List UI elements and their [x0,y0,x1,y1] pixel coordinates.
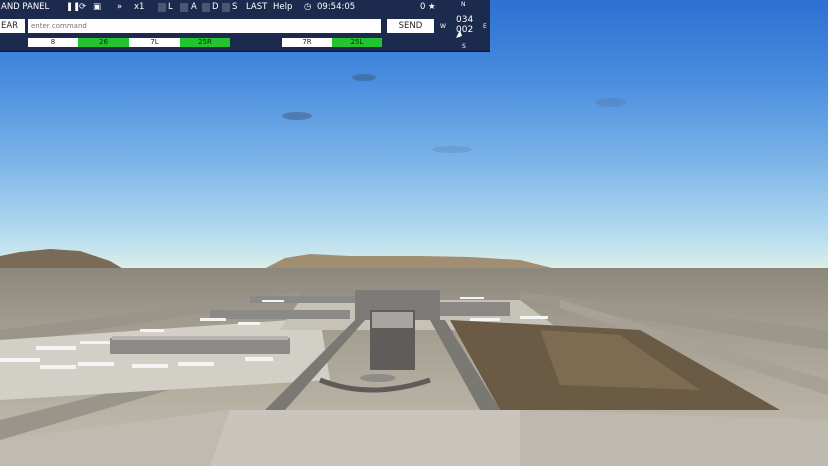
reset-view-icon[interactable]: ⟳ [79,2,86,13]
score-value: 0 [420,2,426,12]
heading-readout: 034 002 [456,15,473,35]
heading-value: 034 [456,15,474,25]
toggle-d[interactable]: D [212,2,219,13]
runway-toggle-25r[interactable]: 25R [180,38,230,47]
runway-toggle-7r[interactable]: 7R [282,38,332,47]
airport-layout [0,290,828,466]
runway-toggle-26[interactable]: 26 [78,38,129,47]
speed-label[interactable]: x1 [134,2,144,13]
toggle-a[interactable]: A [191,2,197,13]
star-icon: ★ [428,2,436,12]
clock-icon: ◷ [304,2,312,12]
runway-toggle-25l[interactable]: 25L [332,38,382,47]
toggle-box[interactable] [202,3,210,12]
toggle-box[interactable] [158,3,166,12]
runway-toggle-7l[interactable]: 7L [129,38,180,47]
toggle-s[interactable]: S [232,2,237,13]
fast-forward-icon[interactable]: » [117,2,122,13]
command-input[interactable] [28,19,381,33]
top-toolbar: AND PANEL ❚❚ ⟳ ▣ » x1 L A D S LAST Help … [0,0,438,15]
clear-button[interactable]: EAR [0,19,25,33]
last-button[interactable]: LAST [246,2,267,13]
toggle-box[interactable] [222,3,230,12]
heading-secondary: 002 [456,25,474,35]
toggle-l[interactable]: L [168,2,173,13]
toggle-box[interactable] [180,3,188,12]
clock-readout: 09:54:05 [317,2,356,12]
help-button[interactable]: Help [273,2,292,13]
camera-icon[interactable]: ▣ [93,2,101,13]
airport-3d-view[interactable] [0,0,828,466]
panel-label: AND PANEL [1,2,50,12]
send-button[interactable]: SEND [387,19,434,33]
control-panel: AND PANEL ❚❚ ⟳ ▣ » x1 L A D S LAST Help … [0,0,490,52]
runway-toggle-8[interactable]: 8 [28,38,78,47]
